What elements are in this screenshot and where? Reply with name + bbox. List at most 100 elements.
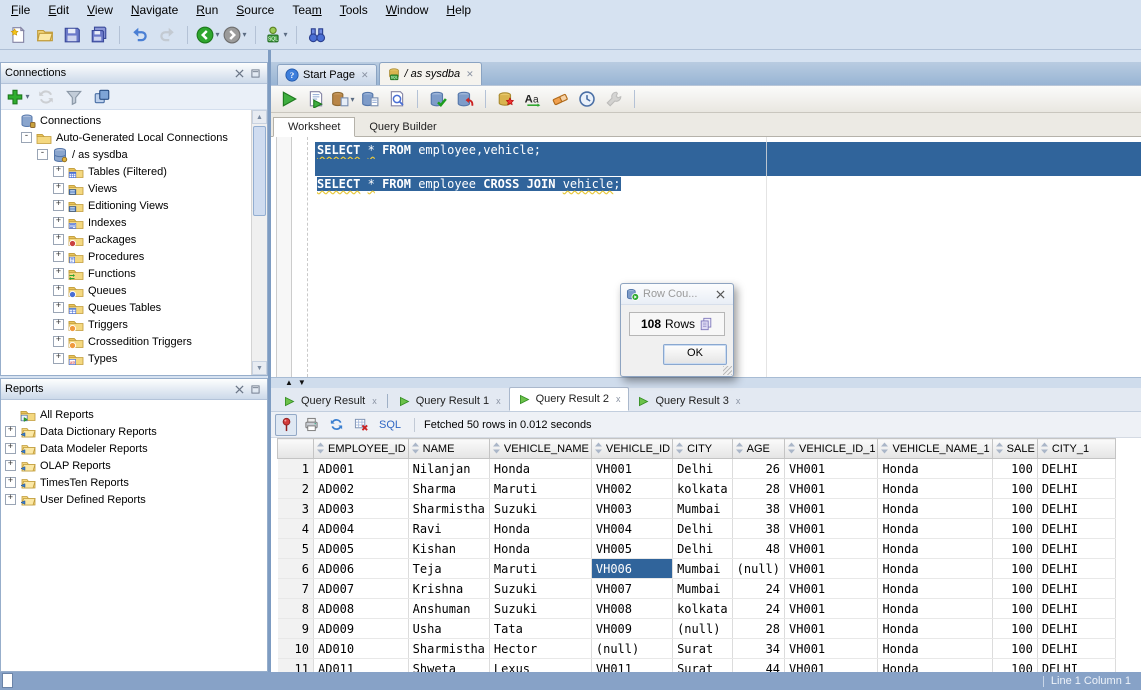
cell-city[interactable]: Surat [673,659,733,673]
cell-city[interactable]: Mumbai [673,499,733,519]
save-button[interactable] [59,22,85,48]
row-number-cell[interactable]: 7 [278,579,314,599]
expander-plus-icon[interactable]: + [5,477,16,488]
cell-vehicle-name[interactable]: Honda [489,459,591,479]
cell-sale[interactable]: 100 [992,619,1037,639]
menu-file[interactable]: File [2,1,39,19]
results-table[interactable]: EMPLOYEE_IDNAMEVEHICLE_NAMEVEHICLE_IDCIT… [277,438,1116,672]
sql-connection-button[interactable]: SQL▾ [263,22,289,48]
chevron-down-icon[interactable]: ▾ [215,30,219,39]
tab-start-page[interactable]: ?Start Page✕ [277,64,377,85]
cell-name[interactable]: Krishna [408,579,489,599]
connections-item-indexes[interactable]: +Indexes [1,214,251,231]
cell-age[interactable]: 28 [732,619,784,639]
cell-vehicle-id-1[interactable]: VH001 [785,479,878,499]
cell-vehicle-id[interactable]: VH009 [591,619,672,639]
connections-item-as-sysdba[interactable]: -/ as sysdba [1,146,251,163]
cell-employee-id[interactable]: AD002 [314,479,409,499]
cell-vehicle-name-1[interactable]: Honda [878,539,992,559]
minimize-icon[interactable] [247,66,263,80]
sort-icon[interactable] [735,442,744,453]
cell-city[interactable]: (null) [673,619,733,639]
nav-forward-button[interactable]: ▾ [222,22,248,48]
cell-name[interactable]: Usha [408,619,489,639]
cell-sale[interactable]: 100 [992,599,1037,619]
dialog-title-bar[interactable]: Row Cou... [621,284,733,305]
cell-age[interactable]: 38 [732,519,784,539]
row-number-cell[interactable]: 8 [278,599,314,619]
cell-vehicle-name[interactable]: Lexus [489,659,591,673]
menu-view[interactable]: View [78,1,122,19]
commit-button[interactable] [425,86,451,112]
cell-sale[interactable]: 100 [992,519,1037,539]
cell-name[interactable]: Teja [408,559,489,579]
sort-icon[interactable] [411,442,420,453]
open-folder-button[interactable] [32,22,58,48]
cell-vehicle-name-1[interactable]: Honda [878,579,992,599]
sort-icon[interactable] [675,442,684,453]
chevron-down-icon[interactable]: ▾ [242,30,246,39]
column-header-employee-id[interactable]: EMPLOYEE_ID [314,439,409,459]
cell-employee-id[interactable]: AD010 [314,639,409,659]
cell-vehicle-name[interactable]: Maruti [489,479,591,499]
column-header-vehicle-name[interactable]: VEHICLE_NAME [489,439,591,459]
splitter-up-icon[interactable]: ▲ [285,379,293,387]
clear-button[interactable] [547,86,573,112]
cell-employee-id[interactable]: AD011 [314,659,409,673]
cell-vehicle-id-1[interactable]: VH001 [785,459,878,479]
ok-button[interactable]: OK [663,344,727,365]
expander-plus-icon[interactable]: + [53,166,64,177]
search-binoculars-button[interactable] [304,22,330,48]
query-scan-button[interactable] [384,86,410,112]
cell-sale[interactable]: 100 [992,499,1037,519]
expander-plus-icon[interactable]: + [53,183,64,194]
column-header-name[interactable]: NAME [408,439,489,459]
menu-team[interactable]: Team [283,1,330,19]
copy-icon[interactable] [699,317,713,331]
cell-name[interactable]: Sharma [408,479,489,499]
close-icon[interactable]: ✕ [361,70,369,81]
resize-grip-icon[interactable] [723,366,732,375]
cell-vehicle-id[interactable]: (null) [591,639,672,659]
menu-tools[interactable]: Tools [331,1,377,19]
cell-employee-id[interactable]: AD007 [314,579,409,599]
add-connection-button[interactable]: ▾ [5,84,31,110]
expander-plus-icon[interactable]: + [53,200,64,211]
cell-vehicle-id[interactable]: VH002 [591,479,672,499]
close-icon[interactable]: x [372,396,377,406]
cell-city[interactable]: Mumbai [673,559,733,579]
connections-item-tables-filtered[interactable]: +Tables (Filtered) [1,163,251,180]
menu-run[interactable]: Run [187,1,227,19]
scroll-down-icon[interactable]: ▼ [252,361,267,375]
refresh-gray-button[interactable] [33,84,59,110]
cell-vehicle-name[interactable]: Maruti [489,559,591,579]
run-button[interactable] [276,86,302,112]
connections-item-triggers[interactable]: +Triggers [1,316,251,333]
reports-item-all-reports[interactable]: All Reports [1,406,267,423]
column-header-age[interactable]: AGE [732,439,784,459]
chevron-down-icon[interactable]: ▾ [283,30,287,39]
minimize-icon[interactable] [247,382,263,396]
redo-button[interactable] [154,22,180,48]
tab-query-builder[interactable]: Query Builder [355,118,450,136]
settings-wrench-button[interactable] [601,86,627,112]
menu-edit[interactable]: Edit [39,1,78,19]
connections-item-views[interactable]: +Views [1,180,251,197]
column-header-city-1[interactable]: CITY_1 [1037,439,1115,459]
cell-employee-id[interactable]: AD003 [314,499,409,519]
chevron-down-icon[interactable]: ▾ [25,92,29,101]
row-number-cell[interactable]: 1 [278,459,314,479]
connections-item-crossedition-triggers[interactable]: +Crossedition Triggers [1,333,251,350]
scroll-up-icon[interactable]: ▲ [252,110,267,124]
cell-vehicle-id[interactable]: VH004 [591,519,672,539]
cell-age[interactable]: 48 [732,539,784,559]
expander-plus-icon[interactable]: + [53,217,64,228]
close-icon[interactable]: ✕ [466,69,474,80]
cell-sale[interactable]: 100 [992,479,1037,499]
cell-vehicle-id-1[interactable]: VH001 [785,599,878,619]
cell-vehicle-id-1[interactable]: VH001 [785,539,878,559]
cell-city[interactable]: kolkata [673,599,733,619]
cell-sale[interactable]: 100 [992,639,1037,659]
cell-employee-id[interactable]: AD008 [314,599,409,619]
cell-vehicle-name-1[interactable]: Honda [878,459,992,479]
